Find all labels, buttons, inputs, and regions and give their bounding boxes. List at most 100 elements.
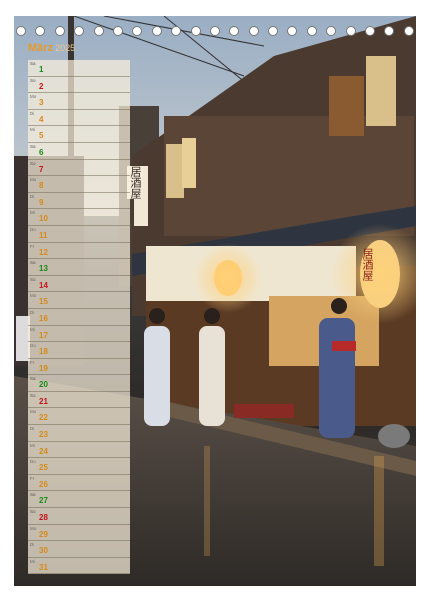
weekday-label: Di <box>30 309 35 315</box>
day-row: Sa 27 <box>28 491 130 509</box>
day-row: Mo 8 <box>28 176 130 193</box>
binding-hole <box>384 26 395 36</box>
weekday-label: So <box>30 77 36 83</box>
day-number: 12 <box>39 247 48 257</box>
binding-hole <box>54 26 65 36</box>
binding-hole <box>365 26 376 36</box>
day-row: So 21 <box>28 391 130 409</box>
weekday-label: So <box>30 160 36 166</box>
day-number: 2 <box>39 81 44 91</box>
binding-hole <box>287 26 298 36</box>
weekday-label: Mi <box>30 558 35 564</box>
weekday-label: Mi <box>30 442 35 448</box>
day-row: Sa 1 <box>28 60 130 77</box>
day-row: Mi 24 <box>28 441 130 459</box>
day-number: 26 <box>39 479 48 489</box>
day-number: 27 <box>39 496 48 506</box>
day-row: Mo 22 <box>28 408 130 426</box>
binding-hole <box>35 26 46 36</box>
weekday-label: Mo <box>30 525 37 531</box>
weekday-label: Mo <box>30 94 37 100</box>
day-number: 24 <box>39 446 48 456</box>
day-row: Do 18 <box>28 342 130 359</box>
day-row: Do 25 <box>28 458 130 475</box>
day-number: 31 <box>39 562 48 572</box>
binding-holes <box>14 26 416 38</box>
day-row: Fr 12 <box>28 242 130 260</box>
weekday-label: So <box>30 509 36 515</box>
day-number: 6 <box>39 147 44 157</box>
weekday-label: Di <box>30 426 35 432</box>
weekday-label: So <box>30 276 36 282</box>
day-number: 1 <box>39 65 44 74</box>
weekday-label: Mo <box>30 293 37 299</box>
day-number: 30 <box>39 546 48 556</box>
binding-hole <box>132 26 143 36</box>
day-row: Di 23 <box>28 425 130 442</box>
day-number: 21 <box>39 396 48 406</box>
weekday-label: Sa <box>30 61 36 66</box>
month-name: März <box>28 42 54 54</box>
day-row: Sa 6 <box>28 142 130 160</box>
weekday-label: Sa <box>30 260 36 266</box>
binding-hole <box>16 26 26 36</box>
day-number: 7 <box>39 164 44 174</box>
weekday-label: Mo <box>30 177 37 183</box>
weekday-label: Mi <box>30 326 35 332</box>
binding-hole <box>93 26 104 36</box>
day-number: 22 <box>39 413 48 423</box>
binding-hole <box>229 26 240 36</box>
day-number: 29 <box>39 529 48 539</box>
day-row: So 14 <box>28 275 130 293</box>
day-number: 5 <box>39 131 44 141</box>
day-row: Di 16 <box>28 308 130 326</box>
weekday-label: Sa <box>30 376 36 382</box>
day-row: Di 9 <box>28 192 130 210</box>
year-label: 2025 <box>55 43 76 53</box>
day-number: 17 <box>39 330 48 340</box>
binding-hole <box>248 26 259 36</box>
day-number: 13 <box>39 264 48 274</box>
binding-hole <box>306 26 317 36</box>
day-number: 8 <box>39 181 44 191</box>
day-row: Mi 31 <box>28 557 130 575</box>
day-row: So 2 <box>28 76 130 94</box>
weekday-label: Fr <box>30 359 35 365</box>
day-row: Mi 5 <box>28 126 130 143</box>
month-title: März 2025 <box>28 42 75 54</box>
day-row: Mi 17 <box>28 325 130 343</box>
day-row: Mi 10 <box>28 209 130 226</box>
weekday-label: Fr <box>30 243 35 249</box>
weekday-label: Do <box>30 459 36 465</box>
day-number: 25 <box>39 463 48 473</box>
weekday-label: Mi <box>30 210 35 216</box>
binding-hole <box>268 26 279 36</box>
day-number: 9 <box>39 197 44 207</box>
day-row: Fr 26 <box>28 474 130 492</box>
weekday-label: So <box>30 392 36 398</box>
day-number: 19 <box>39 363 48 373</box>
weekday-label: Di <box>30 193 35 199</box>
day-number: 4 <box>39 114 44 124</box>
day-row: Di 4 <box>28 109 130 127</box>
weekday-label: Di <box>30 110 35 116</box>
day-row: Fr 19 <box>28 358 130 376</box>
day-number: 11 <box>39 230 48 240</box>
weekday-label: Sa <box>30 492 36 498</box>
day-row: So 7 <box>28 159 130 177</box>
binding-hole <box>345 26 356 36</box>
binding-hole <box>209 26 220 36</box>
day-number: 15 <box>39 297 48 307</box>
binding-hole <box>326 26 337 36</box>
weekday-label: Mo <box>30 409 37 415</box>
binding-hole <box>403 26 414 36</box>
day-row: Mo 15 <box>28 292 130 309</box>
weekday-label: Do <box>30 226 36 232</box>
weekday-label: Do <box>30 343 36 349</box>
binding-hole <box>190 26 201 36</box>
day-number: 20 <box>39 380 48 390</box>
binding-hole <box>74 26 85 36</box>
day-row: Sa 13 <box>28 259 130 276</box>
lantern-sign: 居酒屋 <box>361 248 374 281</box>
day-row: Mo 3 <box>28 93 130 110</box>
